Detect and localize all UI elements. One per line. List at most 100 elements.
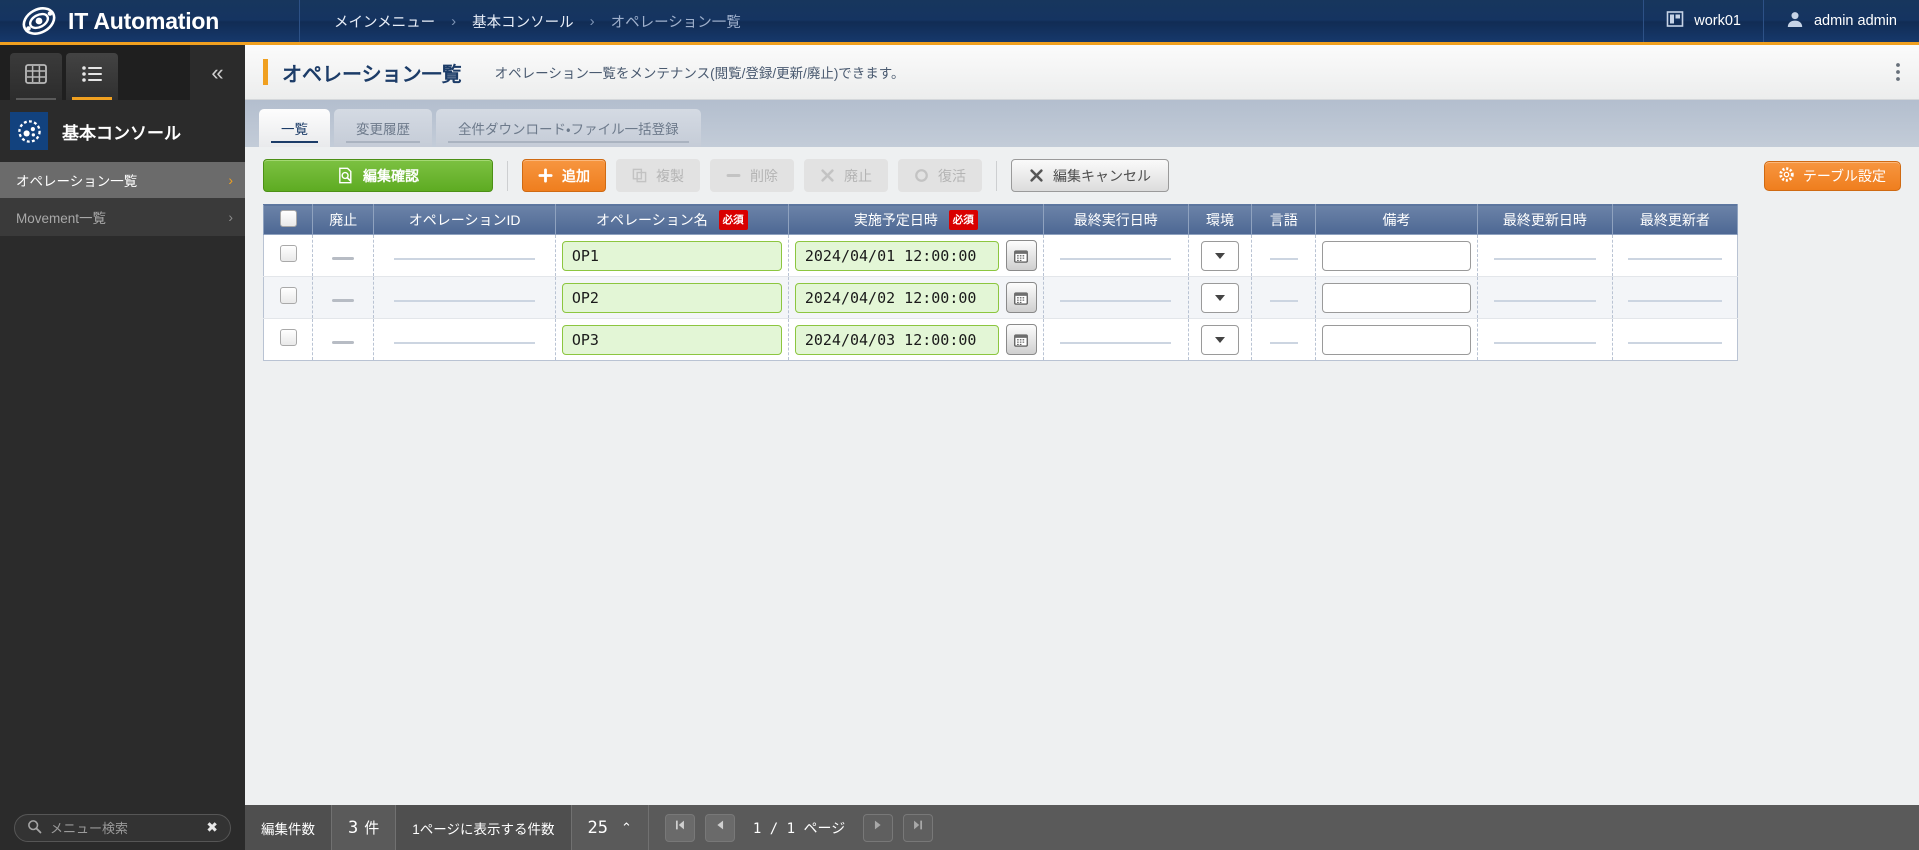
header-schedule-datetime[interactable]: 実施予定日時 必須 <box>788 205 1043 235</box>
table-settings-button[interactable]: テーブル設定 <box>1764 161 1901 191</box>
sidebar-menu: オペレーション一覧 › Movement一覧 › <box>0 162 245 521</box>
per-page-selector[interactable]: 25 ⌃ <box>572 805 649 850</box>
empty-dash <box>332 257 354 260</box>
row-checkbox-cell[interactable] <box>264 277 313 319</box>
row-schedule-cell[interactable]: 2024/04/03 12:00:00 <box>788 319 1043 361</box>
row-checkbox-cell[interactable] <box>264 319 313 361</box>
prev-page-button[interactable] <box>705 814 735 842</box>
empty-dash <box>1494 342 1596 344</box>
row-operation-name-cell[interactable]: OP3 <box>555 319 788 361</box>
calendar-icon[interactable] <box>1006 282 1037 313</box>
row-operation-name-cell[interactable]: OP2 <box>555 277 788 319</box>
first-page-button[interactable] <box>665 814 695 842</box>
sidebar-item-movement-list[interactable]: Movement一覧 › <box>0 199 245 236</box>
row-checkbox[interactable] <box>280 245 297 262</box>
sidebar-view-tabs: « <box>0 45 245 100</box>
workspace-selector[interactable]: work01 <box>1643 0 1763 42</box>
last-page-button[interactable] <box>903 814 933 842</box>
breadcrumb-item-1[interactable]: 基本コンソール <box>466 11 580 32</box>
environment-select[interactable] <box>1201 283 1239 313</box>
row-language-cell <box>1252 235 1316 277</box>
row-environment-cell[interactable] <box>1188 277 1252 319</box>
row-abolish-cell <box>313 319 374 361</box>
header-last-updater[interactable]: 最終更新者 <box>1612 205 1737 235</box>
next-page-icon <box>871 818 885 837</box>
environment-select[interactable] <box>1201 241 1239 271</box>
header-abolish[interactable]: 廃止 <box>313 205 374 235</box>
per-page-label: 1ページに表示する件数 <box>396 805 571 850</box>
gear-console-icon <box>10 112 48 150</box>
schedule-datetime-input[interactable]: 2024/04/02 12:00:00 <box>795 283 999 313</box>
circle-icon <box>914 168 929 183</box>
add-button[interactable]: 追加 <box>522 159 606 192</box>
operation-name-input[interactable]: OP3 <box>562 325 782 355</box>
row-note-cell[interactable] <box>1316 235 1478 277</box>
row-environment-cell[interactable] <box>1188 235 1252 277</box>
note-input[interactable] <box>1322 241 1471 271</box>
row-abolish-cell <box>313 235 374 277</box>
row-language-cell <box>1252 277 1316 319</box>
calendar-icon[interactable] <box>1006 240 1037 271</box>
header-environment[interactable]: 環境 <box>1188 205 1252 235</box>
clear-icon[interactable]: ✖ <box>206 819 218 836</box>
edit-confirm-button[interactable]: 編集確認 <box>263 159 493 192</box>
row-environment-cell[interactable] <box>1188 319 1252 361</box>
header-language[interactable]: 言語 <box>1252 205 1316 235</box>
select-all-checkbox[interactable] <box>280 210 297 227</box>
chevron-double-left-icon: « <box>211 60 223 86</box>
list-view-tab[interactable] <box>66 53 118 100</box>
header-operation-id[interactable]: オペレーションID <box>374 205 555 235</box>
toolbar-divider <box>996 161 997 191</box>
grid-view-tab[interactable] <box>10 53 62 100</box>
note-input[interactable] <box>1322 283 1471 313</box>
row-checkbox[interactable] <box>280 329 297 346</box>
chevron-right-icon: › <box>228 209 233 225</box>
header-last-exec-datetime[interactable]: 最終実行日時 <box>1043 205 1188 235</box>
tab-label: 一覧 <box>281 118 308 138</box>
sidebar-collapse-button[interactable]: « <box>190 45 245 100</box>
row-last-updater-cell <box>1612 277 1737 319</box>
pagination: 1 / 1 ページ <box>649 805 949 850</box>
brand[interactable]: IT Automation <box>0 0 300 42</box>
schedule-datetime-input[interactable]: 2024/04/01 12:00:00 <box>795 241 999 271</box>
tab-bulk-download-upload[interactable]: 全件ダウンロード・ファイル一括登録 <box>436 109 701 147</box>
calendar-icon[interactable] <box>1006 324 1037 355</box>
vertical-dots-icon[interactable] <box>1895 61 1901 83</box>
tab-change-history[interactable]: 変更履歴 <box>334 109 432 147</box>
chevron-down-icon <box>1215 295 1225 301</box>
header-select-all[interactable] <box>264 205 313 235</box>
edit-cancel-label: 編集キャンセル <box>1053 166 1151 186</box>
operation-name-input[interactable]: OP1 <box>562 241 782 271</box>
row-operation-name-cell[interactable]: OP1 <box>555 235 788 277</box>
add-label: 追加 <box>562 166 590 186</box>
empty-dash <box>1494 300 1596 302</box>
row-last-update-cell <box>1477 319 1612 361</box>
table-area: 廃止 オペレーションID オペレーション名 必須 実施予定日時 必須 最終実行日… <box>245 204 1919 805</box>
header-last-update-datetime[interactable]: 最終更新日時 <box>1477 205 1612 235</box>
schedule-datetime-input[interactable]: 2024/04/03 12:00:00 <box>795 325 999 355</box>
application-window: IT Automation メインメニュー › 基本コンソール › オペレーショ… <box>0 0 1919 850</box>
user-menu[interactable]: admin admin <box>1763 0 1919 42</box>
empty-dash <box>394 300 536 302</box>
toolbar: 編集確認 追加 <box>245 147 1919 204</box>
operation-name-input[interactable]: OP2 <box>562 283 782 313</box>
row-note-cell[interactable] <box>1316 319 1478 361</box>
row-checkbox[interactable] <box>280 287 297 304</box>
environment-select[interactable] <box>1201 325 1239 355</box>
menu-search-input[interactable]: メニュー検索 ✖ <box>14 814 231 842</box>
empty-dash <box>394 258 536 260</box>
row-note-cell[interactable] <box>1316 277 1478 319</box>
row-schedule-cell[interactable]: 2024/04/01 12:00:00 <box>788 235 1043 277</box>
note-input[interactable] <box>1322 325 1471 355</box>
row-checkbox-cell[interactable] <box>264 235 313 277</box>
breadcrumb-item-0[interactable]: メインメニュー <box>328 11 441 32</box>
x-icon <box>820 168 835 183</box>
header-operation-name[interactable]: オペレーション名 必須 <box>555 205 788 235</box>
empty-dash <box>1628 300 1722 302</box>
tab-list[interactable]: 一覧 <box>259 109 330 147</box>
header-note[interactable]: 備考 <box>1316 205 1478 235</box>
row-schedule-cell[interactable]: 2024/04/02 12:00:00 <box>788 277 1043 319</box>
next-page-button[interactable] <box>863 814 893 842</box>
edit-cancel-button[interactable]: 編集キャンセル <box>1011 159 1169 192</box>
sidebar-item-operation-list[interactable]: オペレーション一覧 › <box>0 162 245 199</box>
